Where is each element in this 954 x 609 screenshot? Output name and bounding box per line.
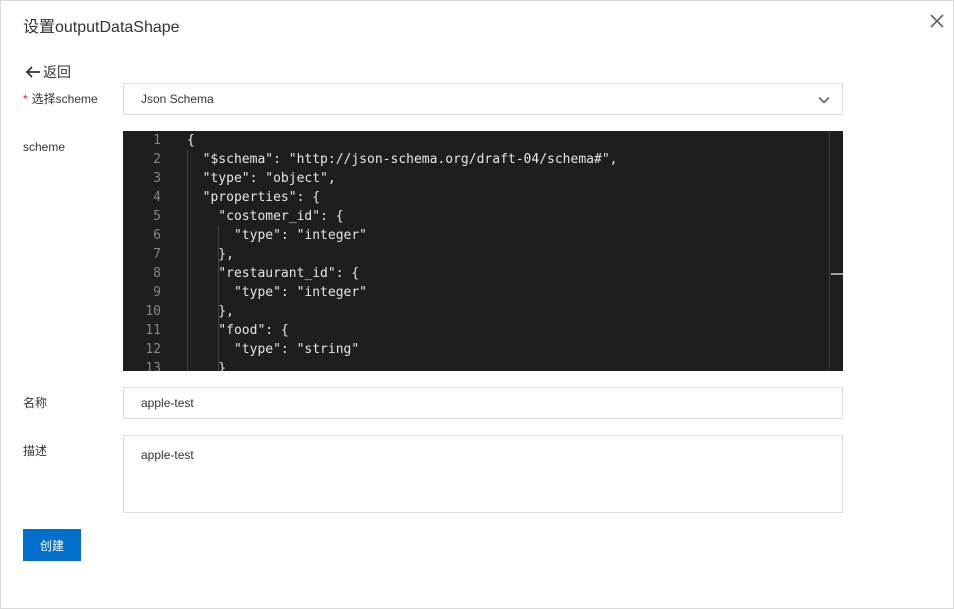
- code-line: "costomer_id": {: [187, 209, 344, 224]
- name-label: 名称: [23, 396, 48, 410]
- back-link[interactable]: 返回: [25, 62, 71, 82]
- back-label: 返回: [43, 64, 71, 80]
- line-number: 11: [145, 323, 161, 338]
- scheme-select-value: Json Schema: [141, 92, 214, 106]
- line-number: 5: [153, 209, 161, 224]
- line-number: 13: [145, 361, 161, 371]
- code-line: "type": "integer": [187, 228, 368, 243]
- editor-scrollbar-thumb[interactable]: [831, 273, 843, 275]
- scheme-select-label: * 选择scheme: [23, 92, 98, 106]
- code-line: }: [187, 361, 227, 371]
- chevron-down-icon: [818, 96, 830, 104]
- scheme-code-editor[interactable]: 1 2 3 4 5 6 7 8 9 10 11 12 13 { "$schema": "http://j…: [123, 131, 843, 371]
- line-number: 4: [153, 190, 161, 205]
- arrow-left-icon: [25, 66, 40, 78]
- code-line: "type": "string": [187, 342, 360, 357]
- name-input[interactable]: apple-test: [123, 387, 843, 419]
- line-number-gutter: 1 2 3 4 5 6 7 8 9 10 11 12 13: [123, 131, 167, 371]
- line-number: 12: [145, 342, 161, 357]
- line-number: 7: [153, 247, 161, 262]
- line-number: 3: [153, 171, 161, 186]
- code-line: {: [187, 133, 195, 148]
- create-button[interactable]: 创建: [23, 529, 81, 561]
- scheme-select[interactable]: Json Schema: [123, 83, 843, 115]
- dialog-title: 设置outputDataShape: [23, 19, 180, 36]
- code-line: "type": "integer": [187, 285, 368, 300]
- line-number: 8: [153, 266, 161, 281]
- code-line: "food": {: [187, 323, 289, 338]
- line-number: 9: [153, 285, 161, 300]
- code-line: "restaurant_id": {: [187, 266, 360, 281]
- required-mark: *: [23, 92, 28, 106]
- code-line: },: [187, 304, 234, 319]
- code-line: "properties": {: [187, 190, 321, 205]
- close-icon: [930, 14, 944, 28]
- line-number: 10: [145, 304, 161, 319]
- code-line: "type": "object",: [187, 171, 336, 186]
- scheme-editor-label: scheme: [23, 140, 66, 154]
- code-area[interactable]: { "$schema": "http://json-schema.org/dra…: [187, 131, 829, 371]
- description-textarea[interactable]: apple-test: [123, 435, 843, 513]
- line-number: 6: [153, 228, 161, 243]
- line-number: 2: [153, 152, 161, 167]
- close-button[interactable]: [927, 11, 947, 31]
- code-line: },: [187, 247, 234, 262]
- dialog: 设置outputDataShape 返回 * 选择scheme Json Sche…: [0, 0, 954, 609]
- editor-ruler: [829, 131, 830, 371]
- code-line: "$schema": "http://json-schema.org/draft…: [187, 152, 618, 167]
- line-number: 1: [153, 133, 161, 148]
- description-label: 描述: [23, 444, 48, 458]
